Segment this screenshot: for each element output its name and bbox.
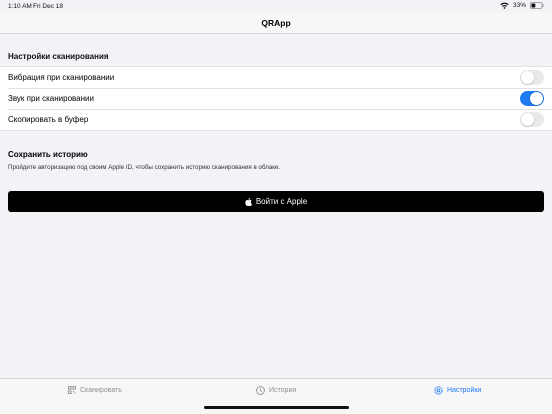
tab-scan[interactable]: Сканировать	[68, 386, 122, 394]
sound-toggle[interactable]	[520, 91, 544, 106]
toggle-knob	[521, 113, 534, 126]
status-right: 33%	[500, 2, 544, 9]
battery-percent: 33%	[512, 2, 526, 9]
sign-in-with-apple-button[interactable]: Войти с Apple	[8, 191, 544, 212]
toggle-knob	[530, 92, 543, 105]
scan-settings-group: Вибрация при сканировании Звук при скани…	[0, 66, 552, 131]
status-date: Fri Dec 18	[33, 3, 63, 10]
clock-icon	[256, 386, 265, 395]
tab-scan-label: Сканировать	[80, 386, 122, 394]
setting-label-copy: Скопировать в буфер	[8, 115, 89, 124]
setting-label-vibration: Вибрация при сканировании	[8, 73, 115, 82]
status-time: 1:10 AM	[8, 3, 32, 10]
navigation-bar: QRApp	[0, 12, 552, 34]
qr-scan-icon	[68, 386, 76, 394]
wifi-icon	[500, 2, 509, 9]
apple-logo-icon	[245, 197, 252, 206]
setting-label-sound: Звук при сканировании	[8, 94, 94, 103]
copy-toggle[interactable]	[520, 112, 544, 127]
tab-history-label: История	[269, 387, 297, 394]
history-section: Сохранить историю Пройдите авторизацию п…	[0, 141, 552, 183]
history-title: Сохранить историю	[8, 150, 88, 159]
scan-settings-header: Настройки сканирования	[8, 52, 109, 61]
gear-icon	[434, 386, 443, 395]
setting-row-copy: Скопировать в буфер	[0, 109, 552, 130]
tab-settings-label: Настройки	[447, 387, 482, 394]
nav-title: QRApp	[261, 17, 291, 28]
status-bar: 1:10 AM Fri Dec 18 33%	[0, 0, 552, 12]
sign-in-with-apple-label: Войти с Apple	[255, 197, 308, 206]
setting-row-vibration: Вибрация при сканировании	[0, 67, 552, 88]
home-indicator	[204, 406, 349, 409]
toggle-knob	[521, 71, 534, 84]
history-description: Пройдите авторизацию под своим Apple ID,…	[8, 164, 281, 171]
tab-history[interactable]: История	[256, 386, 296, 395]
setting-row-sound: Звук при сканировании	[0, 88, 552, 109]
tab-settings[interactable]: Настройки	[434, 386, 481, 395]
vibration-toggle[interactable]	[520, 70, 544, 85]
battery-icon	[530, 2, 544, 9]
